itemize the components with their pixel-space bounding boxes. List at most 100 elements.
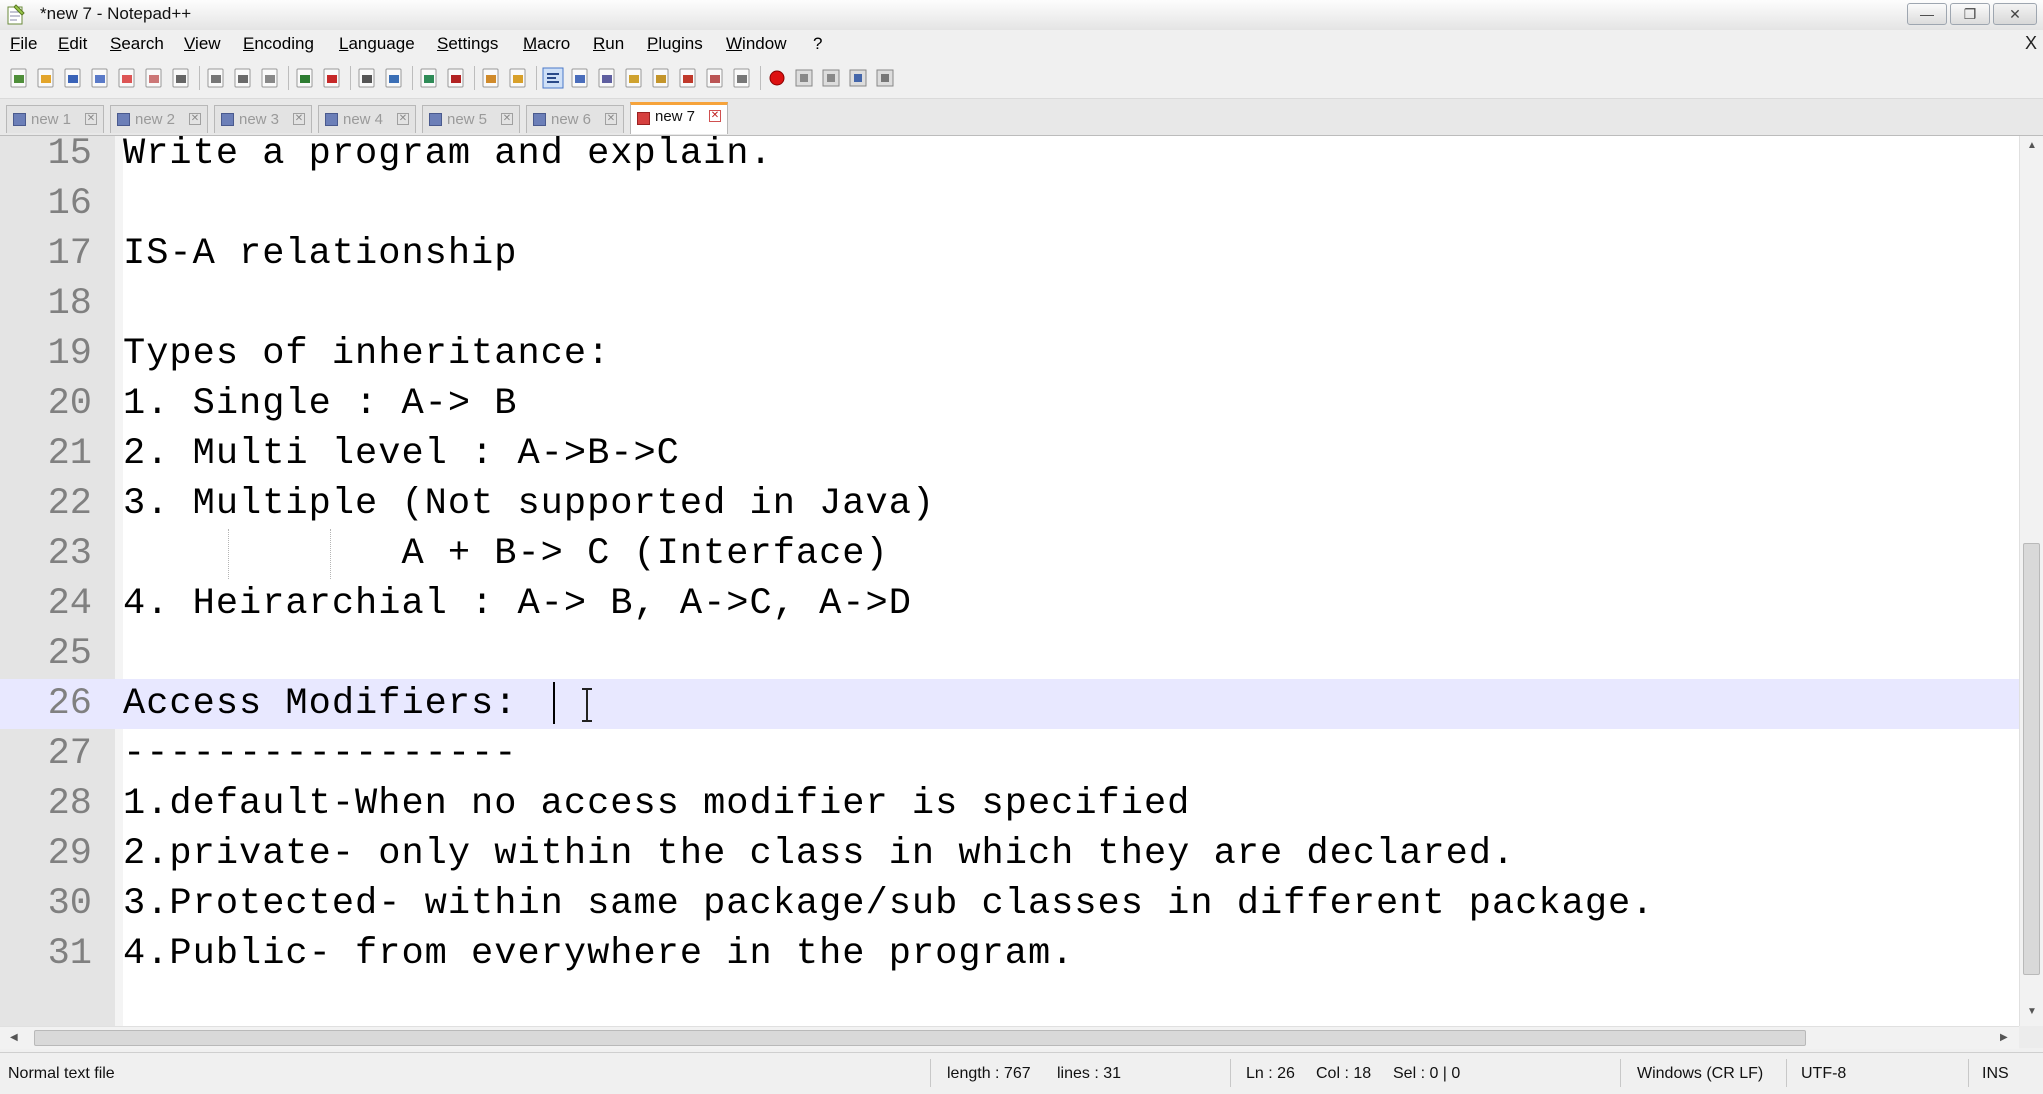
- minimize-button[interactable]: —: [1907, 3, 1947, 25]
- editor-line[interactable]: 15 Write a program and explain.: [0, 136, 2019, 179]
- print-icon[interactable]: [170, 67, 192, 89]
- editor-line[interactable]: 31 4.Public- from everywhere in the progr…: [0, 929, 2019, 979]
- editor-line[interactable]: 29 2.private- only within the class in wh…: [0, 829, 2019, 879]
- sync-vertical-icon[interactable]: [480, 67, 502, 89]
- tab-new-6[interactable]: new 6 ✕: [526, 105, 624, 133]
- editor-line[interactable]: 30 3.Protected- within same package/sub c…: [0, 879, 2019, 929]
- line-text[interactable]: 3.Protected- within same package/sub cla…: [123, 883, 1654, 925]
- tab-new-7[interactable]: new 7 ✕: [630, 102, 728, 134]
- record-macro-icon[interactable]: [766, 67, 788, 89]
- scroll-up-arrow-icon[interactable]: ▲: [2027, 140, 2037, 151]
- vertical-scrollbar[interactable]: ▲ ▼: [2019, 136, 2043, 1026]
- line-text[interactable]: Types of inheritance:: [123, 333, 610, 375]
- editor-line[interactable]: 21 2. Multi level : A->B->C: [0, 429, 2019, 479]
- line-text[interactable]: 3. Multiple (Not supported in Java): [123, 483, 935, 525]
- restore-button[interactable]: ❐: [1950, 3, 1990, 25]
- cut-icon[interactable]: [205, 67, 227, 89]
- line-text[interactable]: 1. Single : A-> B: [123, 383, 517, 425]
- editor-line[interactable]: 17 IS-A relationship: [0, 229, 2019, 279]
- monitoring-icon[interactable]: [731, 67, 753, 89]
- tab-new-5[interactable]: new 5 ✕: [422, 105, 520, 133]
- scroll-down-arrow-icon[interactable]: ▼: [2027, 1006, 2037, 1017]
- redo-icon[interactable]: [321, 67, 343, 89]
- tab-new-2[interactable]: new 2 ✕: [110, 105, 208, 133]
- tab-close-icon[interactable]: ✕: [189, 113, 201, 125]
- tab-close-icon[interactable]: ✕: [709, 110, 721, 122]
- undo-icon[interactable]: [294, 67, 316, 89]
- editor-line[interactable]: 23 A + B-> C (Interface): [0, 529, 2019, 579]
- indent-guide-icon[interactable]: [596, 67, 618, 89]
- line-text[interactable]: 1.default-When no access modifier is spe…: [123, 783, 1190, 825]
- line-text[interactable]: 4.Public- from everywhere in the program…: [123, 933, 1074, 975]
- tab-close-icon[interactable]: ✕: [85, 113, 97, 125]
- scroll-right-arrow-icon[interactable]: ▶: [2000, 1032, 2008, 1043]
- menu-plugins[interactable]: Plugins: [647, 34, 703, 54]
- menu-run[interactable]: Run: [593, 34, 624, 54]
- editor-line[interactable]: 28 1.default-When no access modifier is s…: [0, 779, 2019, 829]
- show-all-chars-icon[interactable]: [569, 67, 591, 89]
- line-text[interactable]: 2. Multi level : A->B->C: [123, 433, 680, 475]
- menu-search[interactable]: Search: [110, 34, 164, 54]
- tab-new-1[interactable]: new 1 ✕: [6, 105, 104, 133]
- editor-line[interactable]: 26 Access Modifiers:: [0, 679, 2019, 729]
- close-window-button[interactable]: ✕: [1993, 3, 2037, 25]
- tab-close-icon[interactable]: ✕: [293, 113, 305, 125]
- find-icon[interactable]: [356, 67, 378, 89]
- editor-area[interactable]: 15 Write a program and explain. 16 17 IS-A r…: [0, 136, 2019, 1026]
- editor-line[interactable]: 20 1. Single : A-> B: [0, 379, 2019, 429]
- line-text[interactable]: Write a program and explain.: [123, 136, 773, 175]
- replace-icon[interactable]: [383, 67, 405, 89]
- line-text[interactable]: 4. Heirarchial : A-> B, A->C, A->D: [123, 583, 912, 625]
- menu-view[interactable]: View: [184, 34, 221, 54]
- scroll-left-arrow-icon[interactable]: ◀: [10, 1032, 18, 1043]
- menu-settings[interactable]: Settings: [437, 34, 498, 54]
- stop-macro-icon[interactable]: [793, 67, 815, 89]
- tab-new-3[interactable]: new 3 ✕: [214, 105, 312, 133]
- line-text[interactable]: A + B-> C (Interface): [123, 533, 889, 575]
- doc-map-icon[interactable]: [650, 67, 672, 89]
- editor-line[interactable]: 27 -----------------: [0, 729, 2019, 779]
- editor-line[interactable]: 22 3. Multiple (Not supported in Java): [0, 479, 2019, 529]
- run-macro-multiple-icon[interactable]: [847, 67, 869, 89]
- horizontal-scroll-thumb[interactable]: [34, 1030, 1806, 1046]
- editor-line[interactable]: 16: [0, 179, 2019, 229]
- save-macro-icon[interactable]: [874, 67, 896, 89]
- udl-icon[interactable]: [623, 67, 645, 89]
- save-icon[interactable]: [62, 67, 84, 89]
- menu-help[interactable]: ?: [813, 34, 822, 54]
- line-text[interactable]: -----------------: [123, 733, 517, 775]
- zoom-out-icon[interactable]: [445, 67, 467, 89]
- close-all-icon[interactable]: [143, 67, 165, 89]
- sync-horizontal-icon[interactable]: [507, 67, 529, 89]
- tab-close-icon[interactable]: ✕: [397, 113, 409, 125]
- line-text[interactable]: 2.private- only within the class in whic…: [123, 833, 1515, 875]
- vertical-scroll-thumb[interactable]: [2023, 543, 2040, 975]
- menu-macro[interactable]: Macro: [523, 34, 570, 54]
- tab-new-4[interactable]: new 4 ✕: [318, 105, 416, 133]
- line-text[interactable]: IS-A relationship: [123, 233, 517, 275]
- paste-icon[interactable]: [259, 67, 281, 89]
- play-macro-icon[interactable]: [820, 67, 842, 89]
- zoom-in-icon[interactable]: [418, 67, 440, 89]
- open-file-icon[interactable]: [35, 67, 57, 89]
- menu-window[interactable]: Window: [726, 34, 786, 54]
- folder-workspace-icon[interactable]: [704, 67, 726, 89]
- close-icon[interactable]: [116, 67, 138, 89]
- copy-icon[interactable]: [232, 67, 254, 89]
- new-file-icon[interactable]: [8, 67, 30, 89]
- editor-line[interactable]: 19 Types of inheritance:: [0, 329, 2019, 379]
- function-list-icon[interactable]: [677, 67, 699, 89]
- save-all-icon[interactable]: [89, 67, 111, 89]
- menu-file[interactable]: File: [10, 34, 37, 54]
- tab-close-icon[interactable]: ✕: [501, 113, 513, 125]
- word-wrap-icon[interactable]: [542, 67, 564, 89]
- editor-line[interactable]: 18: [0, 279, 2019, 329]
- horizontal-scrollbar[interactable]: ◀ ▶: [0, 1026, 2019, 1049]
- tab-close-icon[interactable]: ✕: [605, 113, 617, 125]
- menu-edit[interactable]: Edit: [58, 34, 87, 54]
- editor-line[interactable]: 24 4. Heirarchial : A-> B, A->C, A->D: [0, 579, 2019, 629]
- line-text[interactable]: Access Modifiers:: [123, 683, 517, 725]
- menu-encoding[interactable]: Encoding: [243, 34, 314, 54]
- editor-line[interactable]: 25: [0, 629, 2019, 679]
- close-document-button[interactable]: X: [2025, 33, 2037, 54]
